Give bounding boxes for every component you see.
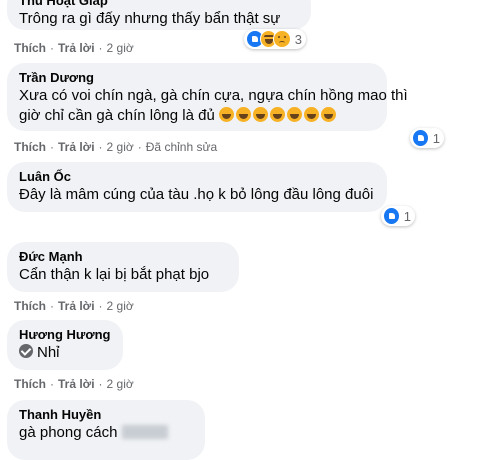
comment-actions: Thích · Trả lời · 2 giờ · Đã chỉnh sửa bbox=[14, 139, 217, 155]
comment-timestamp[interactable]: 2 giờ bbox=[107, 299, 134, 313]
comment-text: Trông ra gì đấy nhưng thấy bẩn thật sự bbox=[19, 10, 281, 27]
like-button[interactable]: Thích bbox=[14, 140, 46, 154]
comment-text-line: Xưa có voi chín ngà, gà chín cựa, ngựa c… bbox=[19, 87, 408, 104]
comment-text-value: gà phong cách bbox=[19, 424, 118, 441]
comment-actions: Thích · Trả lời · 2 giờ bbox=[14, 298, 134, 314]
comment-timestamp[interactable]: 2 giờ bbox=[107, 140, 134, 154]
haha-icon bbox=[286, 107, 302, 122]
comment-bubble: Trần Dương Xưa có voi chín ngà, gà chín … bbox=[7, 63, 408, 131]
check-circle-icon bbox=[19, 344, 33, 358]
comment-actions: Thích · Trả lời · 2 giờ bbox=[14, 376, 134, 392]
haha-icon bbox=[252, 107, 268, 122]
comment-timestamp[interactable]: 2 giờ bbox=[107, 41, 134, 55]
comment-author[interactable]: Thu Hoạt Giáp bbox=[19, 0, 299, 9]
sad-icon bbox=[273, 30, 291, 48]
haha-icon bbox=[303, 107, 319, 122]
separator: · bbox=[50, 299, 54, 313]
separator: · bbox=[50, 140, 54, 154]
comment-bubble: Hương Hương Nhỉ bbox=[7, 320, 123, 370]
comment-text: Nhỉ bbox=[19, 343, 111, 363]
like-button[interactable]: Thích bbox=[14, 299, 46, 313]
reaction-summary[interactable]: 1 bbox=[410, 128, 444, 148]
separator: · bbox=[98, 41, 103, 55]
haha-icon bbox=[320, 107, 336, 122]
comment-text: Đây là mâm cúng của tàu .họ k bỏ lông đầ… bbox=[19, 186, 374, 203]
separator: · bbox=[98, 299, 103, 313]
comment-bubble: Thanh Huyền gà phong cách bbox=[7, 400, 205, 460]
comment-text-line: giờ chỉ cần gà chín lông là đủ bbox=[19, 106, 375, 126]
haha-icon bbox=[218, 107, 234, 122]
haha-icon bbox=[235, 107, 251, 122]
reply-button[interactable]: Trả lời bbox=[58, 377, 95, 391]
like-icon bbox=[383, 207, 400, 225]
comment-text-value: Nhỉ bbox=[37, 344, 60, 361]
comment-author[interactable]: Đức Mạnh bbox=[19, 249, 227, 265]
separator: · bbox=[98, 140, 103, 154]
like-button[interactable]: Thích bbox=[14, 377, 46, 391]
separator: · bbox=[137, 140, 142, 154]
separator: · bbox=[50, 377, 54, 391]
reply-button[interactable]: Trả lời bbox=[58, 41, 95, 55]
like-button[interactable]: Thích bbox=[14, 41, 46, 55]
reaction-count: 1 bbox=[432, 130, 440, 146]
comment-author[interactable]: Trần Dương bbox=[19, 70, 375, 86]
reaction-count: 1 bbox=[403, 208, 411, 224]
comment-author[interactable]: Hương Hương bbox=[19, 327, 111, 343]
reaction-count: 3 bbox=[294, 31, 303, 47]
comment-bubble: Đức Mạnh Cẩn thận k lại bị bắt phạt bjo bbox=[7, 242, 239, 292]
haha-icon bbox=[269, 107, 285, 122]
comment-text-line2: giờ chỉ cần gà chín lông là đủ bbox=[19, 107, 215, 124]
comment-timestamp[interactable]: 2 giờ bbox=[107, 377, 134, 391]
comment-author[interactable]: Luân Ốc bbox=[19, 169, 375, 185]
haha-emoji-row bbox=[218, 107, 338, 124]
comment-text: gà phong cách bbox=[19, 423, 193, 443]
reaction-summary[interactable]: 1 bbox=[381, 206, 415, 226]
comment-text: Cẩn thận k lại bị bắt phạt bjo bbox=[19, 266, 210, 283]
like-icon bbox=[412, 129, 429, 147]
separator: · bbox=[98, 377, 103, 391]
comment-bubble: Thu Hoạt Giáp Trông ra gì đấy nhưng thấy… bbox=[7, 0, 311, 30]
reply-button[interactable]: Trả lời bbox=[58, 299, 95, 313]
comment-bubble: Luân Ốc Đây là mâm cúng của tàu .họ k bỏ… bbox=[7, 162, 387, 212]
comment-author[interactable]: Thanh Huyền bbox=[19, 407, 193, 423]
reply-button[interactable]: Trả lời bbox=[58, 140, 95, 154]
blurred-text bbox=[121, 425, 168, 439]
edited-label[interactable]: Đã chỉnh sửa bbox=[146, 140, 217, 154]
separator: · bbox=[50, 41, 54, 55]
comment-actions: Thích · Trả lời · 2 giờ bbox=[14, 40, 134, 56]
reaction-summary[interactable]: 3 bbox=[244, 29, 306, 49]
